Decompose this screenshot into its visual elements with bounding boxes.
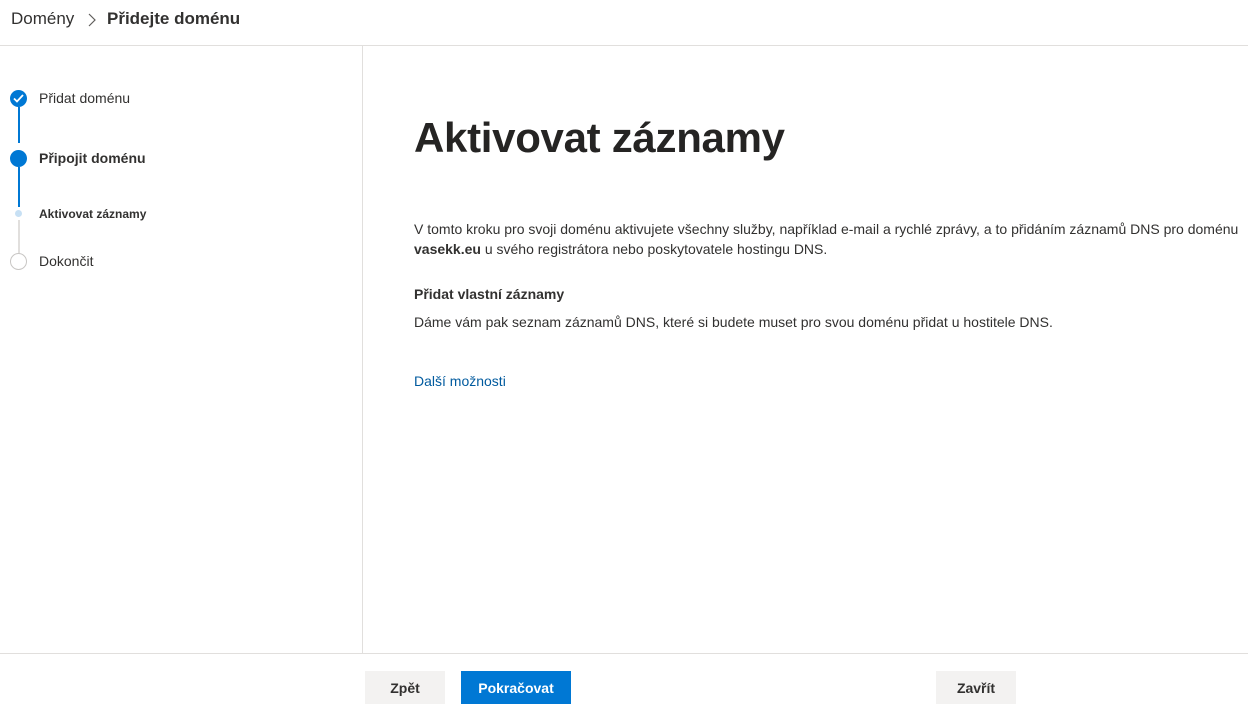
breadcrumb-domains-link[interactable]: Domény — [11, 9, 74, 29]
step-connector — [18, 220, 20, 253]
domain-name: vasekk.eu — [414, 241, 481, 257]
pending-step-icon — [10, 253, 27, 270]
current-step-icon — [10, 150, 27, 167]
main-content: Aktivovat záznamy V tomto kroku pro svoj… — [364, 46, 1248, 653]
section-heading: Přidat vlastní záznamy — [414, 286, 565, 302]
step-title: Aktivovat záznamy — [414, 114, 785, 161]
substep-dot-icon — [15, 210, 22, 217]
step-add-domain: Přidat doménu — [39, 90, 131, 106]
step-connector — [18, 167, 20, 207]
step-finish: Dokončit — [39, 253, 94, 269]
back-button[interactable]: Zpět — [365, 671, 445, 704]
wizard-steps: Přidat doménu Připojit doménu Aktivovat … — [0, 46, 363, 653]
footer-bar: Zpět Pokračovat Zavřít — [0, 653, 1248, 707]
description-text: V tomto kroku pro svoji doménu aktivujet… — [414, 221, 1239, 237]
substep-activate-records: Aktivovat záznamy — [39, 207, 147, 221]
step-description: V tomto kroku pro svoji doménu aktivujet… — [414, 219, 1248, 259]
description-text-end: u svého registrátora nebo poskytovatele … — [480, 241, 828, 257]
step-connect-domain: Připojit doménu — [39, 150, 146, 166]
section-text: Dáme vám pak seznam záznamů DNS, které s… — [414, 314, 1053, 330]
check-circle-icon — [10, 90, 27, 107]
chevron-right-icon — [88, 13, 96, 27]
header-bar: Domény Přidejte doménu — [0, 0, 1248, 46]
step-connector — [18, 107, 20, 143]
continue-button[interactable]: Pokračovat — [461, 671, 571, 704]
more-options-link[interactable]: Další možnosti — [414, 373, 506, 389]
page-title: Přidejte doménu — [107, 9, 241, 28]
close-button[interactable]: Zavřít — [936, 671, 1016, 704]
